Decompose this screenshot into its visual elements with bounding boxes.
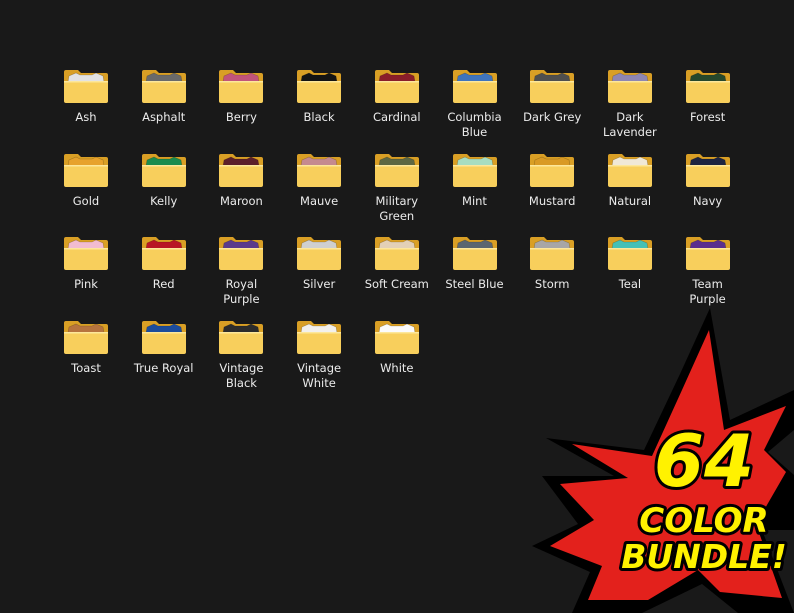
- folder-item[interactable]: True Royal: [126, 315, 202, 397]
- folder-icon: [297, 70, 342, 103]
- folder-label: Cardinal: [372, 110, 421, 124]
- folder-label: Gold: [72, 193, 100, 208]
- folder-label: Silver: [302, 277, 336, 292]
- folder-label: Maroon: [219, 193, 263, 208]
- folder-label: Toast: [71, 361, 101, 376]
- folder-item[interactable]: Black: [281, 64, 357, 146]
- folder-label: Kelly: [150, 193, 178, 208]
- folder-item[interactable]: Military Green: [359, 148, 435, 230]
- folder-item[interactable]: Navy: [670, 148, 746, 230]
- folder-label: Military Green: [375, 193, 419, 223]
- folder-icon: [530, 153, 575, 187]
- folder-icon: [607, 237, 652, 271]
- folder-item[interactable]: Dark Lavender: [592, 64, 668, 146]
- folder-icon: [219, 321, 264, 355]
- folder-label: Black: [303, 110, 335, 124]
- folder-label: Red: [152, 277, 175, 292]
- folder-label: Ash: [75, 110, 97, 124]
- folder-icon: [297, 153, 342, 187]
- folder-icon: [64, 237, 108, 271]
- promo-line-color: COLOR: [639, 501, 768, 541]
- folder-label: True Royal: [133, 361, 194, 376]
- promo-burst: 64 COLOR BUNDLE!: [532, 300, 794, 613]
- folder-label: Vintage Black: [219, 361, 264, 391]
- folder-item[interactable]: Mustard: [514, 148, 590, 230]
- folder-label: Forest: [689, 110, 726, 124]
- folder-item[interactable]: Cardinal: [359, 64, 435, 146]
- folder-icon: [685, 70, 730, 103]
- folder-item[interactable]: Natural: [592, 148, 668, 230]
- folder-icon: [297, 321, 342, 355]
- folder-label: Navy: [692, 193, 723, 208]
- folder-icon: [452, 237, 497, 271]
- folder-icon: [64, 70, 108, 103]
- folder-item[interactable]: Ash: [48, 64, 124, 146]
- folder-item[interactable]: Vintage Black: [203, 315, 279, 397]
- folder-icon: [374, 237, 419, 271]
- folder-icon: [607, 70, 652, 103]
- folder-label: Pink: [74, 277, 98, 292]
- folder-item[interactable]: Pink: [48, 231, 124, 313]
- folder-label: White: [380, 361, 414, 376]
- folder-item[interactable]: Soft Cream: [359, 231, 435, 313]
- folder-item[interactable]: Columbia Blue: [437, 64, 513, 146]
- folder-icon: [141, 153, 186, 187]
- folder-label: Dark Grey: [523, 110, 582, 124]
- folder-label: Dark Lavender: [603, 110, 657, 139]
- folder-item[interactable]: Mauve: [281, 148, 357, 230]
- folder-label: Storm: [534, 277, 570, 292]
- folder-icon: [374, 70, 419, 103]
- folder-label: Vintage White: [297, 361, 342, 391]
- folder-label: Mint: [462, 193, 487, 208]
- folder-label: Teal: [618, 277, 642, 292]
- folder-icon: [685, 237, 730, 271]
- folder-label: Berry: [225, 110, 257, 124]
- folder-item[interactable]: Royal Purple: [203, 231, 279, 313]
- folder-icon: [141, 321, 186, 355]
- folder-label: Mustard: [528, 193, 576, 208]
- folder-icon: [530, 70, 575, 103]
- folder-item[interactable]: Kelly: [126, 148, 202, 230]
- folder-icon: [141, 70, 186, 103]
- folder-item[interactable]: Mint: [437, 148, 513, 230]
- folder-label: Columbia Blue: [447, 110, 502, 139]
- folder-icon: [530, 237, 575, 271]
- folder-icon: [219, 237, 264, 271]
- promo-line-bundle: BUNDLE!: [621, 537, 787, 576]
- folder-item[interactable]: Red: [126, 231, 202, 313]
- folder-icon: [219, 70, 264, 103]
- folder-icon: [374, 321, 419, 355]
- folder-item[interactable]: Gold: [48, 148, 124, 230]
- folder-label: Steel Blue: [445, 277, 504, 292]
- folder-item[interactable]: Asphalt: [126, 64, 202, 146]
- folder-icon: [141, 237, 186, 271]
- folder-label: Natural: [608, 193, 652, 208]
- folder-item[interactable]: Maroon: [203, 148, 279, 230]
- folder-label: Asphalt: [142, 110, 186, 124]
- folder-label: Mauve: [300, 193, 339, 208]
- folder-icon: [607, 153, 652, 187]
- folder-item[interactable]: White: [359, 315, 435, 397]
- folder-item[interactable]: Dark Grey: [514, 64, 590, 146]
- folder-item[interactable]: Silver: [281, 231, 357, 313]
- folder-icon: [297, 237, 342, 271]
- folder-icon: [64, 153, 108, 187]
- starburst-icon: 64 COLOR BUNDLE!: [532, 308, 794, 613]
- folder-icon: [219, 153, 264, 187]
- promo-number: 64: [654, 419, 754, 503]
- folder-icon: [452, 70, 497, 103]
- folder-item[interactable]: Toast: [48, 315, 124, 397]
- folder-item[interactable]: Berry: [203, 64, 279, 146]
- folder-label: Soft Cream: [364, 277, 429, 292]
- folder-icon: [452, 153, 497, 187]
- folder-item[interactable]: Vintage White: [281, 315, 357, 397]
- folder-label: Royal Purple: [223, 277, 260, 307]
- folder-icon: [685, 153, 730, 187]
- folder-icon: [64, 321, 108, 355]
- folder-item[interactable]: Steel Blue: [437, 231, 513, 313]
- folder-item[interactable]: Forest: [670, 64, 746, 146]
- folder-icon: [374, 153, 419, 187]
